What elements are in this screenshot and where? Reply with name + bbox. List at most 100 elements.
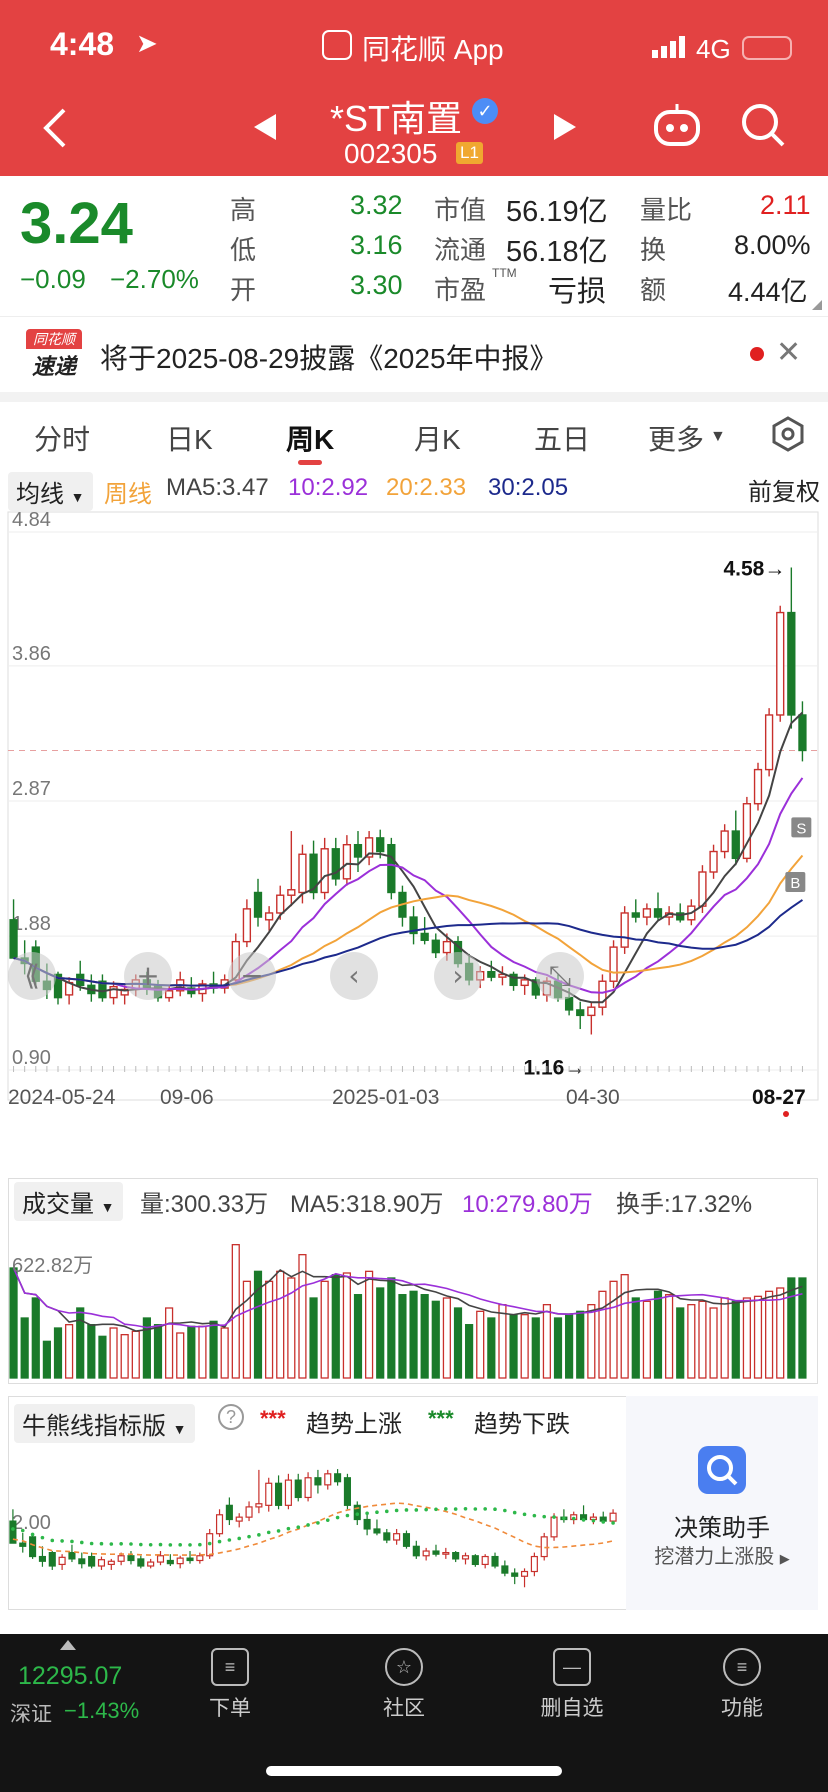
indicator-chart[interactable]: 2.00 bbox=[0, 1438, 626, 1608]
zoom-in-icon[interactable]: + bbox=[136, 959, 159, 992]
trend-down-dot bbox=[178, 1543, 182, 1547]
decision-assistant-card[interactable]: 决策助手 挖潜力上涨股 ▶ bbox=[626, 1396, 818, 1610]
notice-bar[interactable]: 同花顺 速递 将于2025-08-29披露《2025年中报》 ✕ bbox=[0, 316, 828, 392]
volume-bar bbox=[565, 1314, 574, 1379]
tab-weekly-k[interactable]: 周K bbox=[286, 418, 334, 458]
volume-bar bbox=[653, 1290, 663, 1379]
pan-left-icon[interactable]: ‹ bbox=[348, 959, 359, 992]
ma-selector[interactable]: 均线 ▼ bbox=[8, 472, 93, 511]
network-type: 4G bbox=[696, 34, 731, 64]
back-chevron-icon[interactable] bbox=[40, 106, 70, 155]
pan-right-icon[interactable]: › bbox=[452, 959, 463, 992]
tab-daily-k[interactable]: 日K bbox=[166, 418, 213, 458]
mcap-value: 56.19亿 bbox=[506, 196, 608, 228]
volume-bar bbox=[165, 1307, 174, 1379]
stock-code: 002305 bbox=[344, 138, 438, 169]
candle bbox=[520, 979, 529, 987]
candle bbox=[564, 996, 574, 1011]
index-value[interactable]: 12295.07 bbox=[18, 1662, 122, 1691]
candle bbox=[442, 940, 452, 954]
y-tick-label: 2.87 bbox=[12, 778, 51, 800]
indicator-candle bbox=[412, 1545, 420, 1557]
expand-corner-icon[interactable] bbox=[812, 300, 822, 310]
trend-down-dot bbox=[611, 1521, 615, 1525]
prev-stock-arrow-icon[interactable] bbox=[252, 112, 278, 147]
minus-box-icon: — bbox=[553, 1648, 591, 1686]
trend-down-dot bbox=[79, 1540, 84, 1545]
status-app-name[interactable]: 同花顺 App bbox=[362, 28, 504, 68]
candle bbox=[576, 1009, 585, 1017]
x-tick-label: 09-06 bbox=[160, 1086, 214, 1109]
chart-frame bbox=[7, 511, 819, 1101]
collapse-icon[interactable]: ⟪ bbox=[24, 959, 40, 992]
order-button[interactable]: ≡ 下单 bbox=[180, 1648, 280, 1722]
volume-chart[interactable]: 622.82万 bbox=[0, 1218, 828, 1384]
indicator-candle bbox=[343, 1477, 351, 1506]
next-stock-arrow-icon[interactable] bbox=[552, 112, 578, 147]
chevron-down-icon: ▼ bbox=[172, 1421, 187, 1437]
volume-bar bbox=[353, 1294, 363, 1379]
trend-down-dot bbox=[109, 1542, 114, 1546]
volume-bar bbox=[398, 1294, 407, 1379]
trend-down-dot bbox=[129, 1542, 133, 1546]
volume-bar bbox=[453, 1307, 463, 1379]
volume-bar bbox=[87, 1324, 96, 1379]
indicator-candle bbox=[501, 1565, 509, 1574]
y-tick-label: 1.88 bbox=[12, 913, 51, 935]
indicator-candle bbox=[393, 1533, 401, 1541]
pe-value: 亏损 bbox=[548, 276, 607, 308]
tab-intraday[interactable]: 分时 bbox=[34, 418, 90, 458]
candle bbox=[320, 848, 329, 894]
trend-down-dot bbox=[11, 1527, 15, 1531]
close-icon[interactable]: ✕ bbox=[776, 335, 801, 370]
max-price-label: 4.58→ bbox=[723, 558, 785, 581]
volume-bar bbox=[42, 1340, 51, 1379]
tab-more[interactable]: 更多 bbox=[648, 418, 704, 458]
trend-down-dot bbox=[30, 1532, 35, 1537]
community-button[interactable]: ☆ 社区 bbox=[354, 1648, 454, 1722]
volume-bar bbox=[798, 1277, 807, 1379]
trend-down-dot bbox=[571, 1516, 576, 1521]
help-icon[interactable]: ? bbox=[218, 1404, 244, 1430]
tab-monthly-k[interactable]: 月K bbox=[414, 418, 461, 458]
indicator-candle bbox=[452, 1552, 460, 1560]
stock-header: *ST南置 ✓ 002305 L1 bbox=[0, 90, 828, 176]
robot-assistant-icon[interactable] bbox=[652, 102, 702, 153]
volume-panel: 成交量 ▼ 量:300.33万 MA5:318.90万 10:279.80万 换… bbox=[0, 1168, 828, 1388]
volume-bar bbox=[776, 1287, 785, 1379]
volume-bar bbox=[553, 1317, 563, 1379]
candle bbox=[631, 912, 640, 918]
settings-hexagon-icon[interactable] bbox=[770, 416, 806, 457]
trend-down-dot bbox=[247, 1534, 251, 1539]
candle bbox=[264, 912, 274, 921]
candle bbox=[742, 803, 752, 860]
volume-bar bbox=[31, 1297, 40, 1379]
remove-watchlist-button[interactable]: — 删自选 bbox=[522, 1648, 622, 1722]
high-value: 3.32 bbox=[350, 190, 403, 220]
ma-period[interactable]: 周线 bbox=[104, 474, 152, 509]
status-time: 4:48 bbox=[50, 26, 115, 62]
expand-up-icon[interactable] bbox=[60, 1640, 76, 1650]
candle bbox=[776, 611, 785, 716]
assistant-search-icon bbox=[698, 1446, 746, 1494]
index-change: −1.43% bbox=[64, 1698, 140, 1723]
fullscreen-icon[interactable]: ⤡ bbox=[549, 959, 571, 992]
ma20-value: 20:2.33 bbox=[386, 474, 467, 501]
zoom-out-icon[interactable]: − bbox=[240, 959, 263, 992]
trend-down-dot bbox=[325, 1518, 330, 1522]
volume-bar bbox=[765, 1290, 774, 1379]
volume-selector[interactable]: 成交量 ▼ bbox=[14, 1182, 123, 1221]
adjust-mode[interactable]: 前复权 bbox=[748, 472, 820, 507]
volume-bar bbox=[365, 1270, 374, 1379]
search-icon[interactable] bbox=[740, 102, 786, 153]
tab-five-day[interactable]: 五日 bbox=[534, 418, 590, 458]
indicator-candle bbox=[68, 1552, 76, 1560]
x-tick-label: 2024-05-24 bbox=[8, 1086, 116, 1109]
trend-down-dot bbox=[414, 1508, 419, 1512]
candle bbox=[731, 830, 740, 860]
candle bbox=[698, 871, 707, 907]
kline-chart-area[interactable]: 4.84 3.86 2.87 1.88 0.90 4.58→ 1.16→ B S ⟪ + − ‹ › ⤡ 20… bbox=[0, 508, 828, 1158]
functions-button[interactable]: ≡ 功能 bbox=[692, 1648, 792, 1722]
kline-chart[interactable]: 4.84 3.86 2.87 1.88 0.90 4.58→ 1.16→ B S ⟪ + − ‹ › ⤡ 20… bbox=[0, 508, 828, 1158]
indicator-candle bbox=[314, 1477, 322, 1486]
